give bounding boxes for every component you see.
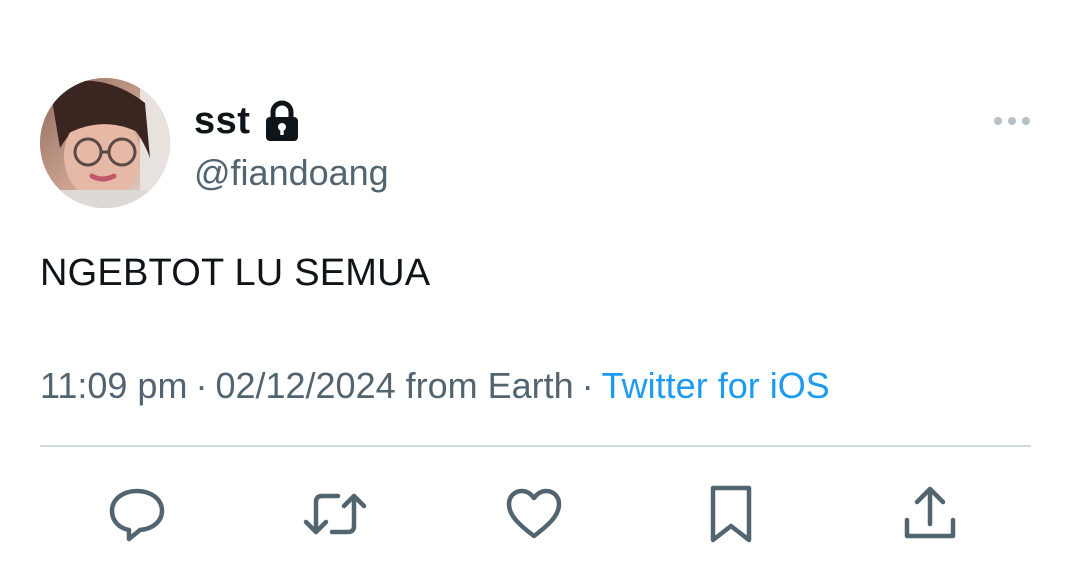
lock-icon (264, 100, 300, 142)
meta-separator: · (195, 365, 208, 406)
retweet-button[interactable] (302, 484, 368, 544)
user-handle[interactable]: @fiandoang (194, 152, 389, 194)
tweet-date-location[interactable]: 02/12/2024 from Earth (215, 365, 573, 406)
tweet-meta: 11:09 pm · 02/12/2024 from Earth · Twitter f… (40, 365, 830, 407)
reply-button[interactable] (107, 484, 167, 544)
bookmark-button[interactable] (701, 484, 761, 544)
reply-icon (107, 484, 167, 544)
tweet-source-link[interactable]: Twitter for iOS (602, 365, 830, 406)
user-name-row: sst (194, 96, 300, 146)
display-name[interactable]: sst (194, 100, 250, 143)
like-button[interactable] (504, 484, 564, 544)
more-icon[interactable] (990, 108, 1034, 134)
retweet-icon (302, 484, 368, 544)
meta-separator: · (581, 365, 594, 406)
avatar[interactable] (40, 78, 170, 208)
tweet-text: NGEBTOT LU SEMUA (40, 252, 431, 294)
divider (40, 445, 1031, 447)
share-icon (900, 484, 960, 544)
share-button[interactable] (900, 484, 960, 544)
like-icon (504, 484, 564, 544)
bookmark-icon (701, 484, 761, 544)
tweet-time[interactable]: 11:09 pm (40, 365, 187, 406)
